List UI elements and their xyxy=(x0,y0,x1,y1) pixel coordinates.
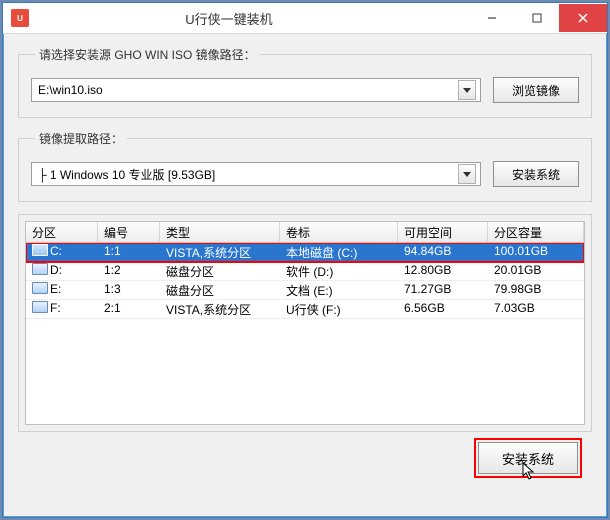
grid-header: 分区 编号 类型 卷标 可用空间 分区容量 xyxy=(26,222,584,243)
bottom-button-row: 安装系统 xyxy=(18,432,592,474)
col-type[interactable]: 类型 xyxy=(160,222,280,242)
table-row[interactable]: D:1:2磁盘分区软件 (D:)12.80GB20.01GB xyxy=(26,262,584,281)
table-row[interactable]: C:1:1VISTA,系统分区本地磁盘 (C:)94.84GB100.01GB xyxy=(26,243,584,262)
drive-icon xyxy=(32,244,48,256)
col-free[interactable]: 可用空间 xyxy=(398,222,488,242)
install-system-button-top[interactable]: 安装系统 xyxy=(493,161,579,187)
chevron-down-icon xyxy=(463,88,471,93)
iso-path-value: E:\win10.iso xyxy=(38,83,458,97)
col-total[interactable]: 分区容量 xyxy=(488,222,584,242)
col-index[interactable]: 编号 xyxy=(98,222,160,242)
maximize-button[interactable] xyxy=(514,4,559,32)
browse-iso-button[interactable]: 浏览镜像 xyxy=(493,77,579,103)
partition-grid: 分区 编号 类型 卷标 可用空间 分区容量 C:1:1VISTA,系统分区本地磁… xyxy=(25,221,585,425)
iso-path-dropdown-button[interactable] xyxy=(458,80,476,100)
grid-body: C:1:1VISTA,系统分区本地磁盘 (C:)94.84GB100.01GBD… xyxy=(26,243,584,424)
table-row[interactable]: F:2:1VISTA,系统分区U行侠 (F:)6.56GB7.03GB xyxy=(26,300,584,319)
chevron-down-icon xyxy=(463,172,471,177)
close-button[interactable] xyxy=(559,4,607,32)
image-version-value: ├ 1 Windows 10 专业版 [9.53GB] xyxy=(38,166,458,183)
window-controls xyxy=(469,4,607,32)
minimize-button[interactable] xyxy=(469,4,514,32)
drive-icon xyxy=(32,263,48,275)
source-iso-group: 请选择安装源 GHO WIN ISO 镜像路径： E:\win10.iso 浏览… xyxy=(18,46,592,118)
source-iso-legend: 请选择安装源 GHO WIN ISO 镜像路径： xyxy=(35,46,260,63)
window-title: U行侠一键装机 xyxy=(0,9,469,28)
image-version-dropdown-button[interactable] xyxy=(458,164,476,184)
col-label[interactable]: 卷标 xyxy=(280,222,398,242)
drive-icon xyxy=(32,282,48,294)
app-window: U U行侠一键装机 请选择安装源 GHO WIN ISO 镜像路径： E:\wi… xyxy=(2,2,608,518)
extract-path-group: 镜像提取路径： ├ 1 Windows 10 专业版 [9.53GB] 安装系统 xyxy=(18,130,592,202)
partition-table-panel: 分区 编号 类型 卷标 可用空间 分区容量 C:1:1VISTA,系统分区本地磁… xyxy=(18,214,592,432)
iso-path-combo[interactable]: E:\win10.iso xyxy=(31,78,481,102)
drive-icon xyxy=(32,301,48,313)
table-row[interactable]: E:1:3磁盘分区文档 (E:)71.27GB79.98GB xyxy=(26,281,584,300)
install-system-button-main[interactable]: 安装系统 xyxy=(478,442,578,474)
col-partition[interactable]: 分区 xyxy=(26,222,98,242)
image-version-combo[interactable]: ├ 1 Windows 10 专业版 [9.53GB] xyxy=(31,162,481,186)
title-bar: U U行侠一键装机 xyxy=(3,3,607,34)
extract-path-legend: 镜像提取路径： xyxy=(35,130,127,147)
